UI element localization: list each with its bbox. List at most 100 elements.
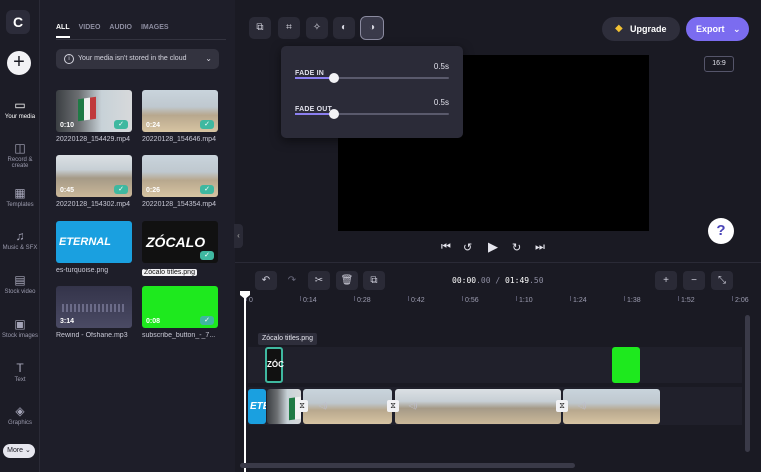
- zoom-out-button[interactable]: −: [683, 271, 705, 290]
- transition-icon[interactable]: ⧖: [556, 400, 568, 412]
- tab-all[interactable]: ALL: [56, 24, 70, 38]
- text-icon: T: [16, 361, 24, 375]
- split-button[interactable]: ✂: [308, 271, 330, 290]
- current-time-frames: .00: [476, 276, 491, 285]
- resize-tool-button[interactable]: ⧉: [249, 17, 271, 39]
- crop-tool-button[interactable]: ⌗: [278, 17, 300, 39]
- media-thumbnail: ETERNAL SPRING: [56, 221, 132, 263]
- media-duration: 0:45: [60, 187, 75, 194]
- tab-audio[interactable]: AUDIO: [109, 24, 132, 38]
- zoom-fit-button[interactable]: ⤡: [711, 271, 733, 290]
- app-logo[interactable]: C: [6, 10, 30, 34]
- help-button[interactable]: ?: [708, 218, 734, 244]
- aspect-ratio-button[interactable]: 16:9: [704, 56, 734, 72]
- transition-icon[interactable]: ⧖: [387, 400, 399, 412]
- rail-item-stock-images[interactable]: ▣ Stock images: [0, 318, 40, 339]
- timeline-horizontal-scrollbar[interactable]: [240, 463, 575, 468]
- rail-item-your-media[interactable]: ▭ Your media: [0, 99, 40, 120]
- check-icon: ✓: [200, 316, 214, 325]
- media-item[interactable]: 0:24 ✓ 20220128_154646.mp4: [142, 90, 218, 143]
- fade-panel: FADE IN 0.5s FADE OUT 0.5s: [281, 46, 463, 138]
- rewind-5s-icon[interactable]: ↺: [463, 241, 472, 254]
- rail-item-templates[interactable]: ▦ Templates: [0, 187, 40, 208]
- ruler-tick: 2:06: [732, 296, 749, 304]
- transition-icon[interactable]: ⧖: [296, 400, 308, 412]
- fade-in-slider-handle[interactable]: [328, 73, 339, 83]
- fade-in-slider-fill: [295, 77, 334, 79]
- volume-icon[interactable]: ◁): [575, 400, 589, 412]
- info-icon: i: [64, 54, 74, 64]
- media-item[interactable]: 0:08 ✓ subscribe_button_-_7...: [142, 286, 218, 339]
- total-time-frames: .50: [529, 276, 544, 285]
- volume-icon[interactable]: ◁): [316, 400, 330, 412]
- folder-icon: ▭: [14, 98, 26, 112]
- trash-icon: 🗑: [340, 275, 354, 286]
- overlay-track[interactable]: [248, 347, 742, 383]
- fade-icon: ◑: [368, 22, 376, 33]
- zocalo-title-clip[interactable]: ZÓC: [265, 347, 284, 383]
- export-label: Export: [696, 24, 725, 34]
- forward-5s-icon[interactable]: ↻: [512, 241, 521, 254]
- media-item[interactable]: 3:14 Rewind - Ofshane.mp3: [56, 286, 132, 339]
- collapse-panel-button[interactable]: ‹: [234, 224, 243, 248]
- media-item[interactable]: 0:26 ✓ 20220128_154354.mp4: [142, 155, 218, 208]
- tab-images[interactable]: IMAGES: [141, 24, 169, 38]
- more-button[interactable]: More ⌄: [3, 444, 35, 458]
- fade-out-slider-fill: [295, 113, 334, 115]
- redo-button[interactable]: ↷: [281, 271, 303, 290]
- check-icon: ✓: [114, 120, 128, 129]
- diamond-icon: ◆: [615, 23, 623, 34]
- timeline-vertical-scrollbar[interactable]: [745, 315, 750, 452]
- media-item[interactable]: ZÓCALO ✓ Zócalo titles.png: [142, 221, 218, 281]
- rail-item-label: Your media: [4, 114, 36, 120]
- undo-button[interactable]: ↶: [255, 271, 277, 290]
- tab-video[interactable]: VIDEO: [79, 24, 101, 38]
- ruler-tick: 1:24: [570, 296, 587, 304]
- zoom-in-button[interactable]: +: [655, 271, 677, 290]
- media-thumbnail: 0:08 ✓: [142, 286, 218, 328]
- play-button[interactable]: ▶: [488, 239, 498, 255]
- duplicate-button[interactable]: ⧉: [363, 271, 385, 290]
- rail-item-graphics[interactable]: ◈ Graphics: [0, 405, 40, 426]
- adjust-color-button[interactable]: ◐: [333, 17, 355, 39]
- add-media-button[interactable]: +: [7, 51, 31, 75]
- skip-to-start-icon[interactable]: ⏮: [441, 241, 451, 254]
- rail-item-record-create[interactable]: ◫ Record & create: [0, 142, 40, 169]
- fade-out-slider-handle[interactable]: [328, 109, 339, 119]
- fade-out-slider[interactable]: [295, 109, 449, 119]
- skip-to-end-icon[interactable]: ⏭: [535, 241, 545, 254]
- export-button[interactable]: Export ⌄: [686, 17, 749, 41]
- volume-icon[interactable]: ◁): [406, 400, 420, 412]
- chevron-down-icon: ⌄: [733, 24, 741, 34]
- rail-item-text[interactable]: T Text: [0, 362, 40, 383]
- media-item[interactable]: 0:45 ✓ 20220128_154302.mp4: [56, 155, 132, 208]
- timeline-ruler[interactable]: 0 0:14 0:28 0:42 0:56 1:10 1:24 1:38 1:5…: [235, 295, 761, 309]
- fade-out-value: 0.5s: [433, 98, 449, 107]
- media-item[interactable]: 0:10 ✓ 20220128_154429.mp4: [56, 90, 132, 143]
- scissors-icon: ✂: [314, 275, 324, 286]
- rail-item-label: Music & SFX: [2, 245, 38, 251]
- fade-in-slider[interactable]: [295, 73, 449, 83]
- fade-in-row: FADE IN 0.5s: [295, 62, 449, 83]
- fade-tool-button[interactable]: ◑: [360, 16, 384, 40]
- eternal-spring-clip[interactable]: ETER: [248, 389, 266, 424]
- delete-button[interactable]: 🗑: [336, 271, 358, 290]
- rail-item-stock-video[interactable]: ▤ Stock video: [0, 274, 40, 295]
- media-thumbnail: 0:26 ✓: [142, 155, 218, 197]
- media-item[interactable]: ETERNAL SPRING es-turquoise.png: [56, 221, 132, 274]
- minus-icon: −: [691, 275, 697, 286]
- clip-tooltip: Zócalo titles.png: [258, 333, 317, 345]
- rail-item-music-sfx[interactable]: ♫ Music & SFX: [0, 230, 40, 251]
- magic-wand-icon: ✧: [312, 22, 322, 33]
- rail-item-label: Text: [14, 377, 26, 383]
- filter-tool-button[interactable]: ✧: [306, 17, 328, 39]
- subscribe-button-clip[interactable]: [612, 347, 640, 383]
- check-icon: ✓: [200, 185, 214, 194]
- ruler-tick: 0:56: [462, 296, 479, 304]
- media-name: 20220128_154302.mp4: [56, 201, 130, 208]
- rail-item-label: Templates: [6, 202, 34, 208]
- fade-in-label: FADE IN: [295, 70, 325, 77]
- cloud-notice-dropdown[interactable]: i Your media isn't stored in the cloud ⌄: [56, 49, 219, 69]
- playhead[interactable]: [244, 291, 246, 472]
- upgrade-button[interactable]: ◆ Upgrade: [602, 17, 680, 41]
